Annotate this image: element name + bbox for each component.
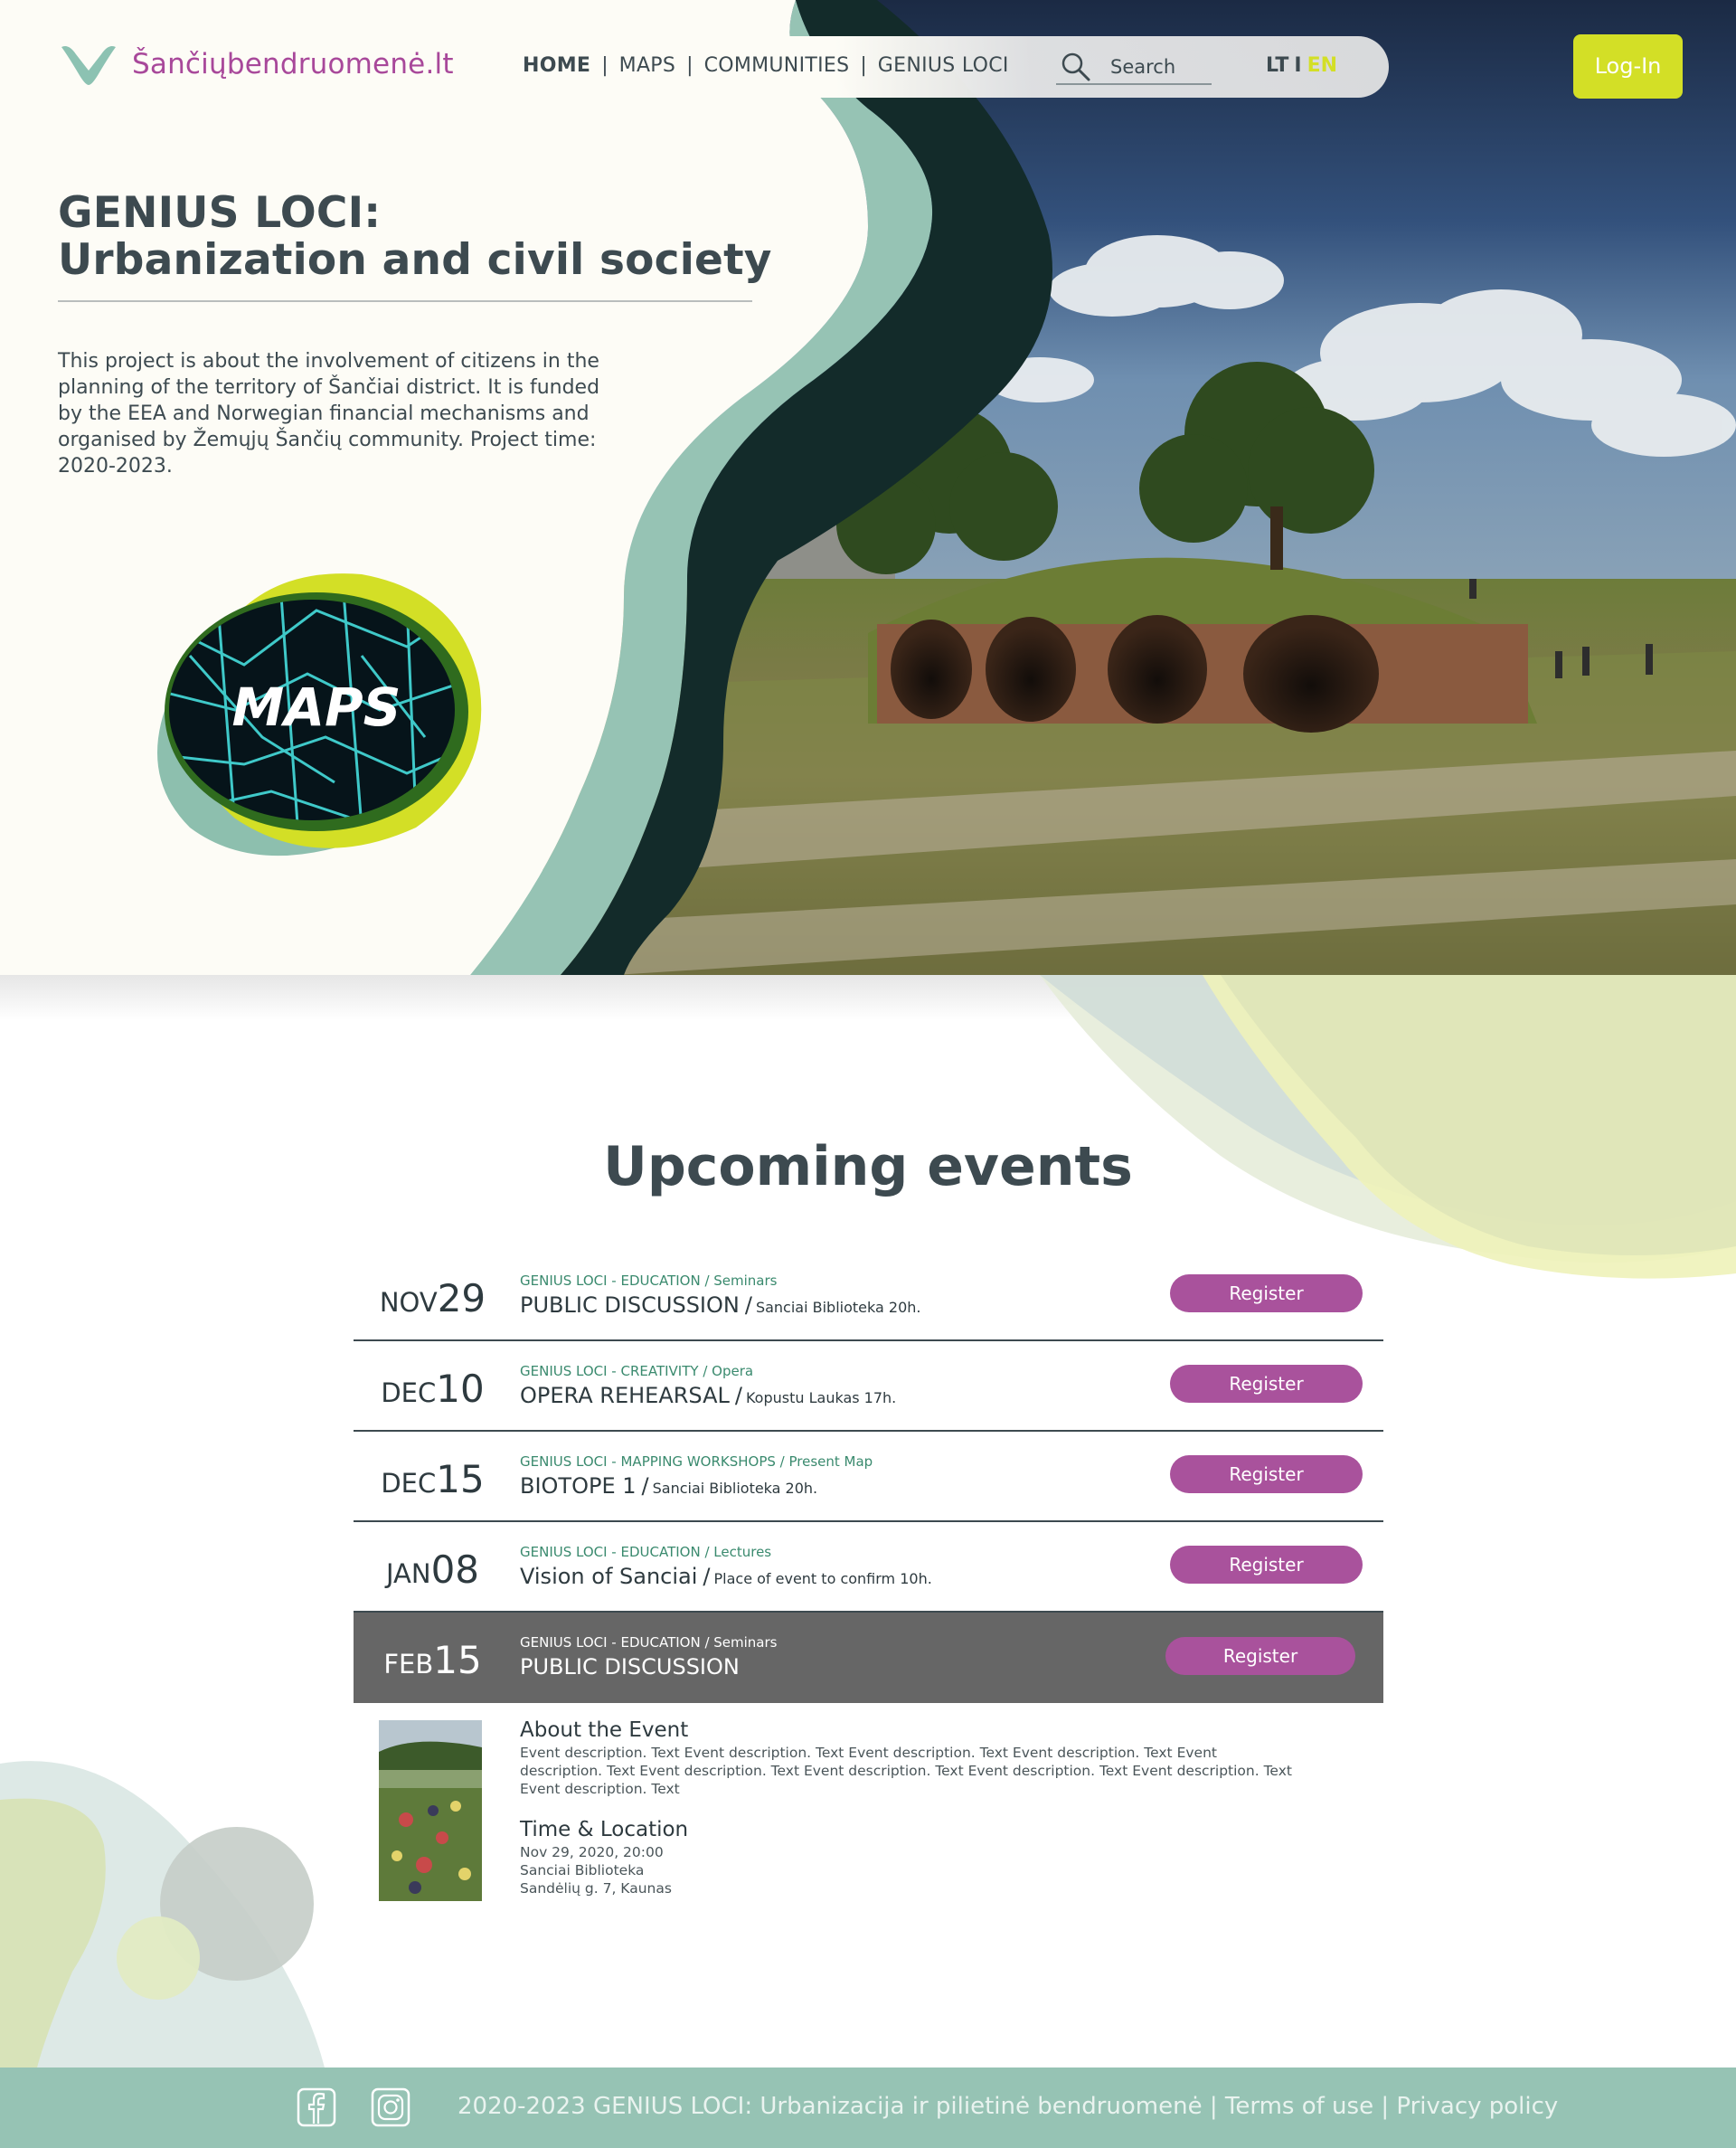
event-category: GENIUS LOCI - EDUCATION / Lectures bbox=[520, 1544, 772, 1560]
hero-section: Šančiųbendruomenė.lt HOME | MAPS | COMMU… bbox=[0, 0, 1736, 975]
register-button[interactable]: Register bbox=[1170, 1546, 1363, 1584]
search-box[interactable] bbox=[1056, 49, 1212, 85]
event-day: 29 bbox=[437, 1276, 486, 1320]
event-day: 08 bbox=[430, 1547, 480, 1592]
title-divider bbox=[58, 300, 752, 302]
nav-links: HOME | MAPS | COMMUNITIES | GENIUS LOCI bbox=[523, 54, 1009, 77]
event-day: 15 bbox=[436, 1457, 485, 1501]
nav-separator: | bbox=[860, 54, 867, 77]
event-address: Sandėlių g. 7, Kaunas bbox=[520, 1880, 672, 1897]
nav-separator: | bbox=[601, 54, 609, 77]
page-title: GENIUS LOCI: Urbanization and civil soci… bbox=[58, 190, 772, 284]
nav-separator: | bbox=[686, 54, 693, 77]
event-slash: / bbox=[744, 1292, 752, 1318]
event-slash: / bbox=[703, 1564, 711, 1589]
main-navbar: HOME | MAPS | COMMUNITIES | GENIUS LOCI … bbox=[495, 36, 1389, 98]
register-button[interactable]: Register bbox=[1170, 1365, 1363, 1403]
footer-text: 2020-2023 GENIUS LOCI: Urbanizacija ir p… bbox=[458, 2093, 1558, 2120]
event-row[interactable]: DEC15 GENIUS LOCI - MAPPING WORKSHOPS / … bbox=[354, 1432, 1383, 1522]
event-title-line: PUBLIC DISCUSSION / Sanciai Biblioteka 20h… bbox=[520, 1292, 920, 1318]
privacy-link[interactable]: Privacy policy bbox=[1396, 2093, 1558, 2120]
event-category: GENIUS LOCI - CREATIVITY / Opera bbox=[520, 1363, 754, 1379]
event-row[interactable]: DEC10 GENIUS LOCI - CREATIVITY / Opera O… bbox=[354, 1341, 1383, 1432]
event-month: NOV bbox=[379, 1287, 438, 1318]
register-button[interactable]: Register bbox=[1165, 1637, 1355, 1675]
lang-separator: I bbox=[1294, 54, 1302, 77]
event-date: DEC10 bbox=[354, 1367, 512, 1411]
event-day: 15 bbox=[433, 1638, 482, 1682]
event-title-line: Vision of Sanciai / Place of event to conf… bbox=[520, 1564, 932, 1589]
decorative-shapes-left bbox=[0, 1761, 326, 2071]
about-text: Event description. Text Event descriptio… bbox=[520, 1745, 1292, 1797]
event-title-line: PUBLIC DISCUSSION bbox=[520, 1654, 740, 1680]
event-date: DEC15 bbox=[354, 1457, 512, 1501]
nav-maps[interactable]: MAPS bbox=[619, 54, 675, 77]
event-details: About the Event Event description. Text … bbox=[379, 1718, 1373, 1908]
event-slash: / bbox=[641, 1473, 649, 1499]
event-slash: / bbox=[734, 1383, 742, 1408]
footer-separator: | bbox=[1209, 2093, 1218, 2120]
event-row[interactable]: NOV29 GENIUS LOCI - EDUCATION / Seminars… bbox=[354, 1251, 1383, 1341]
event-photo bbox=[379, 1720, 482, 1901]
event-row[interactable]: JAN08 GENIUS LOCI - EDUCATION / Lectures… bbox=[354, 1522, 1383, 1613]
event-datetime: Nov 29, 2020, 20:00 bbox=[520, 1844, 664, 1860]
event-venue: Sanciai Biblioteka bbox=[520, 1862, 645, 1878]
event-month: FEB bbox=[383, 1649, 434, 1680]
event-date: FEB15 bbox=[354, 1638, 512, 1682]
event-category: GENIUS LOCI - EDUCATION / Seminars bbox=[520, 1273, 778, 1289]
event-category: GENIUS LOCI - MAPPING WORKSHOPS / Presen… bbox=[520, 1453, 873, 1470]
search-icon[interactable] bbox=[1060, 51, 1092, 83]
language-switcher: LT I EN bbox=[1266, 54, 1337, 77]
title-line-1: GENIUS LOCI: bbox=[58, 188, 382, 238]
facebook-icon[interactable] bbox=[297, 2087, 336, 2127]
event-title-line: OPERA REHEARSAL / Kopustu Laukas 17h. bbox=[520, 1383, 896, 1408]
event-row-selected[interactable]: FEB15 GENIUS LOCI - EDUCATION / Seminars… bbox=[354, 1613, 1383, 1703]
event-place: Place of event to confirm 10h. bbox=[713, 1570, 932, 1587]
terms-link[interactable]: Terms of use bbox=[1225, 2093, 1373, 2120]
event-category: GENIUS LOCI - EDUCATION / Seminars bbox=[520, 1634, 778, 1651]
decorative-shapes-right bbox=[1040, 975, 1736, 1279]
maps-badge[interactable]: MAPS bbox=[136, 556, 488, 859]
event-title: BIOTOPE 1 bbox=[520, 1473, 637, 1499]
register-button[interactable]: Register bbox=[1170, 1455, 1363, 1493]
event-month: DEC bbox=[381, 1468, 437, 1499]
project-description: This project is about the involvement of… bbox=[58, 350, 600, 478]
instagram-icon[interactable] bbox=[371, 2087, 410, 2127]
register-button[interactable]: Register bbox=[1170, 1274, 1363, 1312]
lang-en[interactable]: EN bbox=[1307, 54, 1337, 77]
lang-lt[interactable]: LT bbox=[1266, 54, 1288, 77]
login-button[interactable]: Log-In bbox=[1573, 34, 1683, 99]
title-line-2: Urbanization and civil society bbox=[58, 235, 772, 285]
search-input[interactable] bbox=[1110, 56, 1210, 78]
event-title: PUBLIC DISCUSSION bbox=[520, 1292, 740, 1318]
time-location-heading: Time & Location bbox=[520, 1818, 689, 1841]
event-date: NOV29 bbox=[354, 1276, 512, 1320]
copyright-text: 2020-2023 GENIUS LOCI: Urbanizacija ir p… bbox=[458, 2093, 1203, 2120]
events-heading: Upcoming events bbox=[603, 1135, 1133, 1198]
site-name: Šančiųbendruomenė.lt bbox=[132, 48, 454, 80]
check-icon bbox=[61, 46, 116, 85]
footer-separator: | bbox=[1381, 2093, 1390, 2120]
maps-badge-label: MAPS bbox=[232, 677, 401, 738]
event-place: Kopustu Laukas 17h. bbox=[745, 1389, 897, 1406]
nav-home[interactable]: HOME bbox=[523, 54, 590, 77]
event-title: OPERA REHEARSAL bbox=[520, 1383, 730, 1408]
nav-genius-loci[interactable]: GENIUS LOCI bbox=[878, 54, 1009, 77]
event-month: JAN bbox=[385, 1558, 431, 1589]
events-list: NOV29 GENIUS LOCI - EDUCATION / Seminars… bbox=[354, 1251, 1383, 1703]
event-title: Vision of Sanciai bbox=[520, 1564, 698, 1589]
event-day: 10 bbox=[436, 1367, 485, 1411]
about-heading: About the Event bbox=[520, 1718, 689, 1742]
event-place: Sanciai Biblioteka 20h. bbox=[755, 1299, 921, 1316]
event-month: DEC bbox=[381, 1377, 437, 1408]
nav-communities[interactable]: COMMUNITIES bbox=[704, 54, 850, 77]
event-title: PUBLIC DISCUSSION bbox=[520, 1654, 740, 1680]
event-date: JAN08 bbox=[354, 1547, 512, 1592]
site-logo[interactable]: Šančiųbendruomenė.lt bbox=[60, 42, 454, 87]
event-place: Sanciai Biblioteka 20h. bbox=[652, 1480, 818, 1497]
site-footer: 2020-2023 GENIUS LOCI: Urbanizacija ir p… bbox=[0, 2068, 1736, 2148]
event-title-line: BIOTOPE 1/Sanciai Biblioteka 20h. bbox=[520, 1473, 817, 1499]
